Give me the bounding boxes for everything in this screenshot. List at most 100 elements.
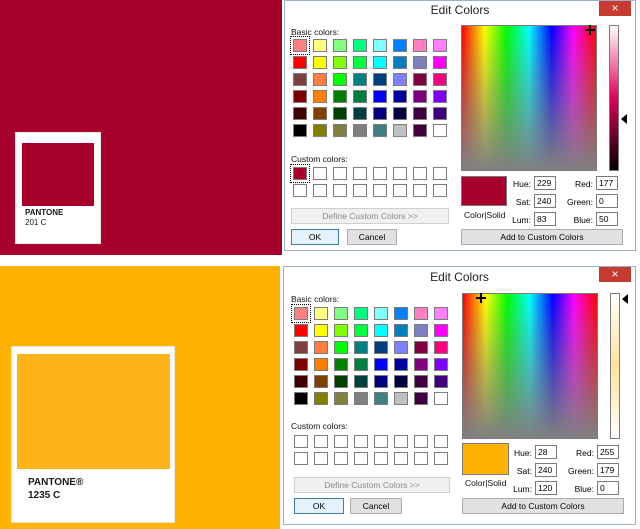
basic-color-swatch[interactable] [294,358,308,371]
custom-color-swatch[interactable] [313,184,327,197]
custom-color-swatch[interactable] [313,167,327,180]
basic-color-swatch[interactable] [333,56,347,69]
custom-color-swatch[interactable] [294,435,308,448]
custom-color-swatch[interactable] [373,184,387,197]
custom-color-swatch[interactable] [354,435,368,448]
basic-color-swatch[interactable] [353,90,367,103]
basic-color-swatch[interactable] [313,90,327,103]
basic-color-swatch[interactable] [434,324,448,337]
basic-color-swatch[interactable] [413,39,427,52]
basic-color-swatch[interactable] [333,124,347,137]
basic-color-swatch[interactable] [353,56,367,69]
basic-color-swatch[interactable] [414,324,428,337]
basic-color-swatch[interactable] [373,90,387,103]
custom-color-swatch[interactable] [414,435,428,448]
basic-color-swatch[interactable] [333,107,347,120]
sat-field[interactable]: 240 [534,194,556,208]
basic-color-swatch[interactable] [413,56,427,69]
custom-color-swatch[interactable] [374,452,388,465]
hue-field[interactable]: 229 [534,176,556,190]
close-button[interactable]: × [599,267,631,282]
basic-color-swatch[interactable] [433,56,447,69]
basic-color-swatch[interactable] [314,392,328,405]
basic-color-swatch[interactable] [293,56,307,69]
basic-color-swatch[interactable] [414,341,428,354]
basic-color-swatch[interactable] [293,124,307,137]
custom-color-swatch[interactable] [314,435,328,448]
green-field[interactable]: 179 [597,463,619,477]
basic-color-swatch[interactable] [294,324,308,337]
basic-color-swatch[interactable] [433,39,447,52]
basic-color-swatch[interactable] [414,307,428,320]
ok-button[interactable]: OK [294,498,344,514]
custom-color-swatch[interactable] [434,435,448,448]
basic-color-swatch[interactable] [293,107,307,120]
basic-color-swatch[interactable] [314,341,328,354]
basic-color-swatch[interactable] [393,56,407,69]
sat-field[interactable]: 240 [535,463,557,477]
color-spectrum[interactable] [462,293,598,439]
basic-color-swatch[interactable] [374,375,388,388]
basic-color-swatch[interactable] [353,107,367,120]
basic-color-swatch[interactable] [314,375,328,388]
custom-color-swatch[interactable] [434,452,448,465]
basic-color-swatch[interactable] [434,307,448,320]
basic-color-swatch[interactable] [354,324,368,337]
basic-color-swatch[interactable] [293,90,307,103]
basic-color-swatch[interactable] [291,304,311,323]
cancel-button[interactable]: Cancel [350,498,402,514]
basic-color-swatch[interactable] [374,358,388,371]
basic-color-swatch[interactable] [334,375,348,388]
basic-color-swatch[interactable] [354,392,368,405]
basic-color-swatch[interactable] [374,307,388,320]
custom-color-swatch[interactable] [393,167,407,180]
custom-color-swatch[interactable] [293,184,307,197]
basic-color-swatch[interactable] [413,107,427,120]
basic-color-swatch[interactable] [433,124,447,137]
basic-color-swatch[interactable] [334,341,348,354]
basic-color-swatch[interactable] [393,90,407,103]
custom-color-swatch[interactable] [373,167,387,180]
custom-color-swatch[interactable] [333,167,347,180]
custom-color-swatch[interactable] [353,184,367,197]
color-spectrum[interactable] [461,25,597,171]
custom-color-swatch[interactable] [374,435,388,448]
close-button[interactable]: × [599,1,631,16]
basic-color-swatch[interactable] [393,124,407,137]
ok-button[interactable]: OK [291,229,339,245]
basic-color-swatch[interactable] [353,39,367,52]
basic-color-swatch[interactable] [414,375,428,388]
crosshair-icon[interactable] [476,293,486,303]
basic-color-swatch[interactable] [374,324,388,337]
luminosity-bar[interactable] [609,25,619,171]
basic-color-swatch[interactable] [313,56,327,69]
basic-color-swatch[interactable] [313,73,327,86]
basic-color-swatch[interactable] [434,358,448,371]
basic-color-swatch[interactable] [434,392,448,405]
crosshair-icon[interactable] [585,25,595,35]
basic-color-swatch[interactable] [334,324,348,337]
basic-color-swatch[interactable] [393,107,407,120]
basic-color-swatch[interactable] [433,90,447,103]
basic-color-swatch[interactable] [414,358,428,371]
basic-color-swatch[interactable] [433,107,447,120]
luminosity-arrow-icon[interactable] [621,114,627,124]
custom-color-swatch[interactable] [394,435,408,448]
basic-color-swatch[interactable] [334,307,348,320]
basic-color-swatch[interactable] [354,307,368,320]
basic-color-swatch[interactable] [394,375,408,388]
basic-color-swatch[interactable] [333,73,347,86]
add-to-custom-colors-button[interactable]: Add to Custom Colors [462,498,624,514]
basic-color-swatch[interactable] [314,324,328,337]
basic-color-swatch[interactable] [290,36,310,55]
custom-color-swatch[interactable] [334,435,348,448]
custom-color-swatch[interactable] [413,184,427,197]
basic-color-swatch[interactable] [433,73,447,86]
luminosity-arrow-icon[interactable] [622,294,628,304]
add-to-custom-colors-button[interactable]: Add to Custom Colors [461,229,623,245]
basic-color-swatch[interactable] [334,392,348,405]
lum-field[interactable]: 120 [535,481,557,495]
custom-color-swatch[interactable] [354,452,368,465]
basic-color-swatch[interactable] [373,107,387,120]
basic-color-swatch[interactable] [313,124,327,137]
